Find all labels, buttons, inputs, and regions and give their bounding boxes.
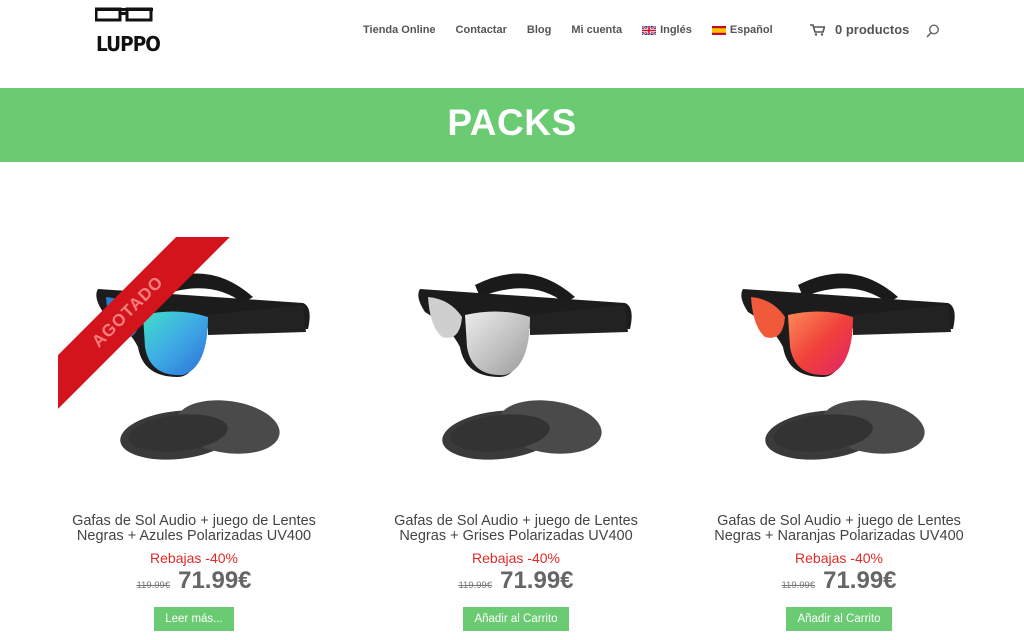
new-price: 71.99€ (500, 567, 574, 594)
sale-label: Rebajas -40% (472, 550, 560, 566)
product-image[interactable] (380, 237, 652, 493)
nav-item-espanol[interactable]: Español (711, 24, 773, 36)
nav-item-tienda[interactable]: Tienda Online (363, 24, 436, 36)
price-row: 119.99€ 71.99€ (58, 567, 330, 595)
site-header: LUPPO Tienda Online Contactar Blog Mi cu… (0, 0, 1024, 88)
nav-item-espanol-label: Español (729, 24, 773, 36)
product-image[interactable] (703, 237, 975, 493)
page-title-banner: PACKS (0, 88, 1024, 162)
logo-text: LUPPO (96, 32, 161, 56)
cart-link[interactable]: 0 productos (810, 22, 909, 37)
sunglasses-with-lenses-image (418, 273, 632, 460)
sunglasses-with-lenses-image (741, 273, 955, 460)
product-card: AGOTADO Gafas de Sol Audio + juego de Le… (58, 237, 330, 631)
add-to-cart-button[interactable]: Añadir al Carrito (463, 607, 569, 631)
sale-label: Rebajas -40% (150, 550, 238, 566)
nav-item-contactar[interactable]: Contactar (456, 24, 507, 36)
luppo-logo[interactable]: LUPPO (95, 6, 161, 56)
product-name[interactable]: Gafas de Sol Audio + juego de Lentes Neg… (380, 514, 652, 544)
old-price: 119.99€ (781, 580, 816, 591)
search-icon[interactable] (926, 24, 940, 38)
old-price: 119.99€ (458, 580, 493, 591)
product-name[interactable]: Gafas de Sol Audio + juego de Lentes Neg… (703, 514, 975, 544)
add-to-cart-button[interactable]: Añadir al Carrito (786, 607, 892, 631)
cart-icon (810, 23, 825, 36)
product-name[interactable]: Gafas de Sol Audio + juego de Lentes Neg… (58, 514, 330, 544)
product-card: Gafas de Sol Audio + juego de Lentes Neg… (380, 237, 652, 631)
spain-flag-icon (711, 25, 726, 35)
product-card: Gafas de Sol Audio + juego de Lentes Neg… (703, 237, 975, 631)
uk-flag-icon (642, 25, 657, 35)
nav-item-blog[interactable]: Blog (527, 24, 551, 36)
new-price: 71.99€ (823, 567, 897, 594)
glasses-logo-icon (95, 7, 153, 22)
price-row: 119.99€ 71.99€ (380, 567, 652, 595)
nav-item-mi-cuenta[interactable]: Mi cuenta (571, 24, 622, 36)
page-title: PACKS (447, 102, 577, 143)
old-price: 119.99€ (136, 580, 171, 591)
nav-item-ingles[interactable]: Inglés (642, 24, 692, 36)
product-image[interactable]: AGOTADO (58, 237, 330, 493)
main-nav: Tienda Online Contactar Blog Mi cuenta I… (363, 22, 793, 38)
cart-count-label: 0 productos (835, 22, 910, 37)
sale-label: Rebajas -40% (795, 550, 883, 566)
new-price: 71.99€ (178, 567, 252, 594)
price-row: 119.99€ 71.99€ (703, 567, 975, 595)
read-more-button[interactable]: Leer más... (154, 607, 234, 631)
nav-item-ingles-label: Inglés (660, 24, 692, 36)
